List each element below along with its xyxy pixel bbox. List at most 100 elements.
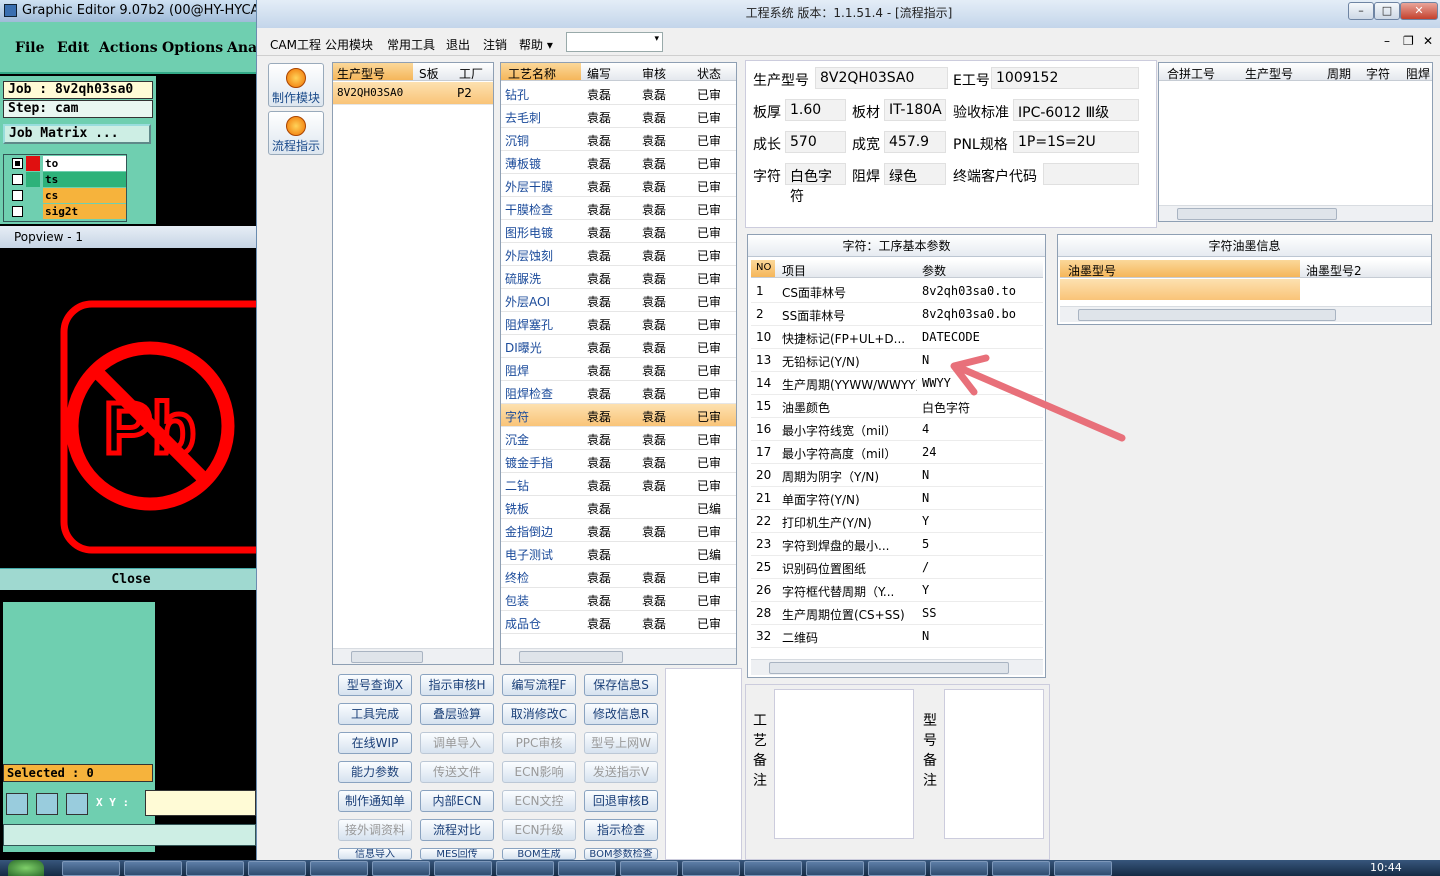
- action-button[interactable]: 型号查询X: [338, 674, 412, 696]
- table-row[interactable]: 去毛刺 袁磊 袁磊 已审: [501, 105, 736, 128]
- popview-close-button[interactable]: Close: [0, 568, 262, 590]
- menu-edit[interactable]: Edit: [57, 40, 89, 56]
- table-row[interactable]: 外层干膜 袁磊 袁磊 已审: [501, 174, 736, 197]
- process-guide-button[interactable]: 流程指示: [268, 111, 324, 155]
- menu-help[interactable]: 帮助 ▾: [519, 36, 553, 53]
- menu-common-tools[interactable]: 常用工具: [387, 36, 435, 53]
- close-window-button[interactable]: ✕: [1400, 2, 1438, 20]
- taskbar-item[interactable]: [124, 861, 182, 876]
- table-row[interactable]: 终检 袁磊 袁磊 已审: [501, 565, 736, 588]
- layer-checkbox[interactable]: [12, 158, 23, 169]
- model-hscroll[interactable]: [333, 648, 493, 664]
- action-button[interactable]: ECN文控: [502, 790, 576, 812]
- table-row[interactable]: 字符 袁磊 袁磊 已审: [501, 404, 736, 427]
- table-row[interactable]: 金指倒边 袁磊 袁磊 已审: [501, 519, 736, 542]
- taskbar-item[interactable]: [744, 861, 802, 876]
- action-button[interactable]: 工具完成: [338, 703, 412, 725]
- table-row[interactable]: 阻焊塞孔 袁磊 袁磊 已审: [501, 312, 736, 335]
- taskbar-item[interactable]: [496, 861, 554, 876]
- col-item[interactable]: 项目: [782, 262, 806, 279]
- table-row[interactable]: 钻孔 袁磊 袁磊 已审: [501, 82, 736, 105]
- menu-combo[interactable]: ▾: [566, 32, 663, 52]
- table-row[interactable]: 图形电镀 袁磊 袁磊 已审: [501, 220, 736, 243]
- action-button[interactable]: 型号上网W: [584, 732, 658, 754]
- action-button[interactable]: ECN升级: [502, 819, 576, 841]
- col-status[interactable]: 状态: [697, 65, 721, 82]
- ink-row[interactable]: [1060, 279, 1300, 300]
- taskbar-item[interactable]: [992, 861, 1050, 876]
- model-notes-input[interactable]: [944, 689, 1044, 839]
- col-writer[interactable]: 编写: [587, 65, 611, 82]
- action-button[interactable]: 指示审核H: [420, 674, 494, 696]
- table-row[interactable]: 硫脲洗 袁磊 袁磊 已审: [501, 266, 736, 289]
- taskbar-item[interactable]: [620, 861, 678, 876]
- taskbar-item[interactable]: [682, 861, 740, 876]
- col-process[interactable]: 工艺名称: [501, 63, 581, 81]
- taskbar-item[interactable]: [930, 861, 988, 876]
- action-button[interactable]: 内部ECN: [420, 790, 494, 812]
- action-button[interactable]: 接外调资料: [338, 819, 412, 841]
- layer-row-to[interactable]: to: [12, 156, 126, 171]
- table-row[interactable]: 薄板镀 袁磊 袁磊 已审: [501, 151, 736, 174]
- taskbar-item[interactable]: [372, 861, 430, 876]
- action-button[interactable]: 叠层验算: [420, 703, 494, 725]
- process-notes-input[interactable]: [774, 689, 914, 839]
- action-button[interactable]: 制作通知单: [338, 790, 412, 812]
- menu-exit[interactable]: 退出: [446, 36, 470, 53]
- editor-canvas[interactable]: [156, 76, 256, 224]
- table-row[interactable]: 20 周期为阴字（Y/N) N: [751, 464, 1043, 487]
- process-hscroll[interactable]: [501, 648, 736, 664]
- col-no[interactable]: NO: [751, 260, 775, 277]
- maximize-button[interactable]: □: [1374, 2, 1400, 20]
- action-button[interactable]: 在线WIP: [338, 732, 412, 754]
- col-merge-mask[interactable]: 阻焊: [1406, 65, 1430, 82]
- menu-common-module[interactable]: 公用模块: [325, 36, 373, 53]
- table-row[interactable]: 26 字符框代替周期（Y... Y: [751, 579, 1043, 602]
- action-button[interactable]: MES回传: [420, 848, 494, 860]
- zoom-fit-icon[interactable]: [6, 793, 28, 815]
- measure-icon[interactable]: [36, 793, 58, 815]
- table-row[interactable]: 干膜检查 袁磊 袁磊 已审: [501, 197, 736, 220]
- merge-hscroll[interactable]: [1159, 205, 1432, 221]
- action-button[interactable]: BOM生成: [502, 848, 576, 860]
- grid-icon[interactable]: [66, 793, 88, 815]
- table-row[interactable]: 10 快捷标记(FP+UL+D... DATECODE: [751, 326, 1043, 349]
- action-button[interactable]: 能力参数: [338, 761, 412, 783]
- layer-row-ts[interactable]: ts: [12, 172, 126, 187]
- col-ink-type[interactable]: 油墨型号: [1060, 260, 1300, 278]
- col-param[interactable]: 参数: [922, 262, 946, 279]
- job-matrix-button[interactable]: Job Matrix ...: [3, 124, 151, 144]
- taskbar-item[interactable]: [62, 861, 120, 876]
- menu-cam[interactable]: CAM工程: [270, 36, 321, 53]
- action-button[interactable]: 编写流程F: [502, 674, 576, 696]
- minimize-button[interactable]: –: [1348, 2, 1374, 20]
- table-row[interactable]: 阻焊检查 袁磊 袁磊 已审: [501, 381, 736, 404]
- action-button[interactable]: 取消修改C: [502, 703, 576, 725]
- action-button[interactable]: 调单导入: [420, 732, 494, 754]
- table-row[interactable]: 阻焊 袁磊 袁磊 已审: [501, 358, 736, 381]
- make-module-button[interactable]: 制作模块: [268, 63, 324, 107]
- col-model[interactable]: 生产型号: [333, 63, 413, 81]
- action-button[interactable]: 传送文件: [420, 761, 494, 783]
- table-row[interactable]: 25 识别码位置图纸 /: [751, 556, 1043, 579]
- table-row[interactable]: 21 单面字符(Y/N) N: [751, 487, 1043, 510]
- table-row[interactable]: 沉铜 袁磊 袁磊 已审: [501, 128, 736, 151]
- action-button[interactable]: 修改信息R: [584, 703, 658, 725]
- col-merge-cycle[interactable]: 周期: [1327, 65, 1351, 82]
- table-row[interactable]: 32 二维码 N: [751, 625, 1043, 648]
- action-button[interactable]: 保存信息S: [584, 674, 658, 696]
- action-button[interactable]: ECN影响: [502, 761, 576, 783]
- menu-actions[interactable]: Actions: [99, 40, 158, 56]
- col-merge-no[interactable]: 合拼工号: [1167, 65, 1215, 82]
- menu-logout[interactable]: 注销: [483, 36, 507, 53]
- menu-options[interactable]: Options: [162, 40, 223, 56]
- col-merge-char[interactable]: 字符: [1366, 65, 1390, 82]
- table-row[interactable]: DI曝光 袁磊 袁磊 已审: [501, 335, 736, 358]
- table-row[interactable]: 外层AOI 袁磊 袁磊 已审: [501, 289, 736, 312]
- layer-checkbox[interactable]: [12, 174, 23, 185]
- params-hscroll[interactable]: [751, 659, 1043, 675]
- table-row[interactable]: 2 SS面菲林号 8v2qh03sa0.bo: [751, 303, 1043, 326]
- table-row[interactable]: 成品仓 袁磊 袁磊 已审: [501, 611, 736, 634]
- menu-file[interactable]: File: [15, 40, 44, 56]
- action-button[interactable]: 发送指示V: [584, 761, 658, 783]
